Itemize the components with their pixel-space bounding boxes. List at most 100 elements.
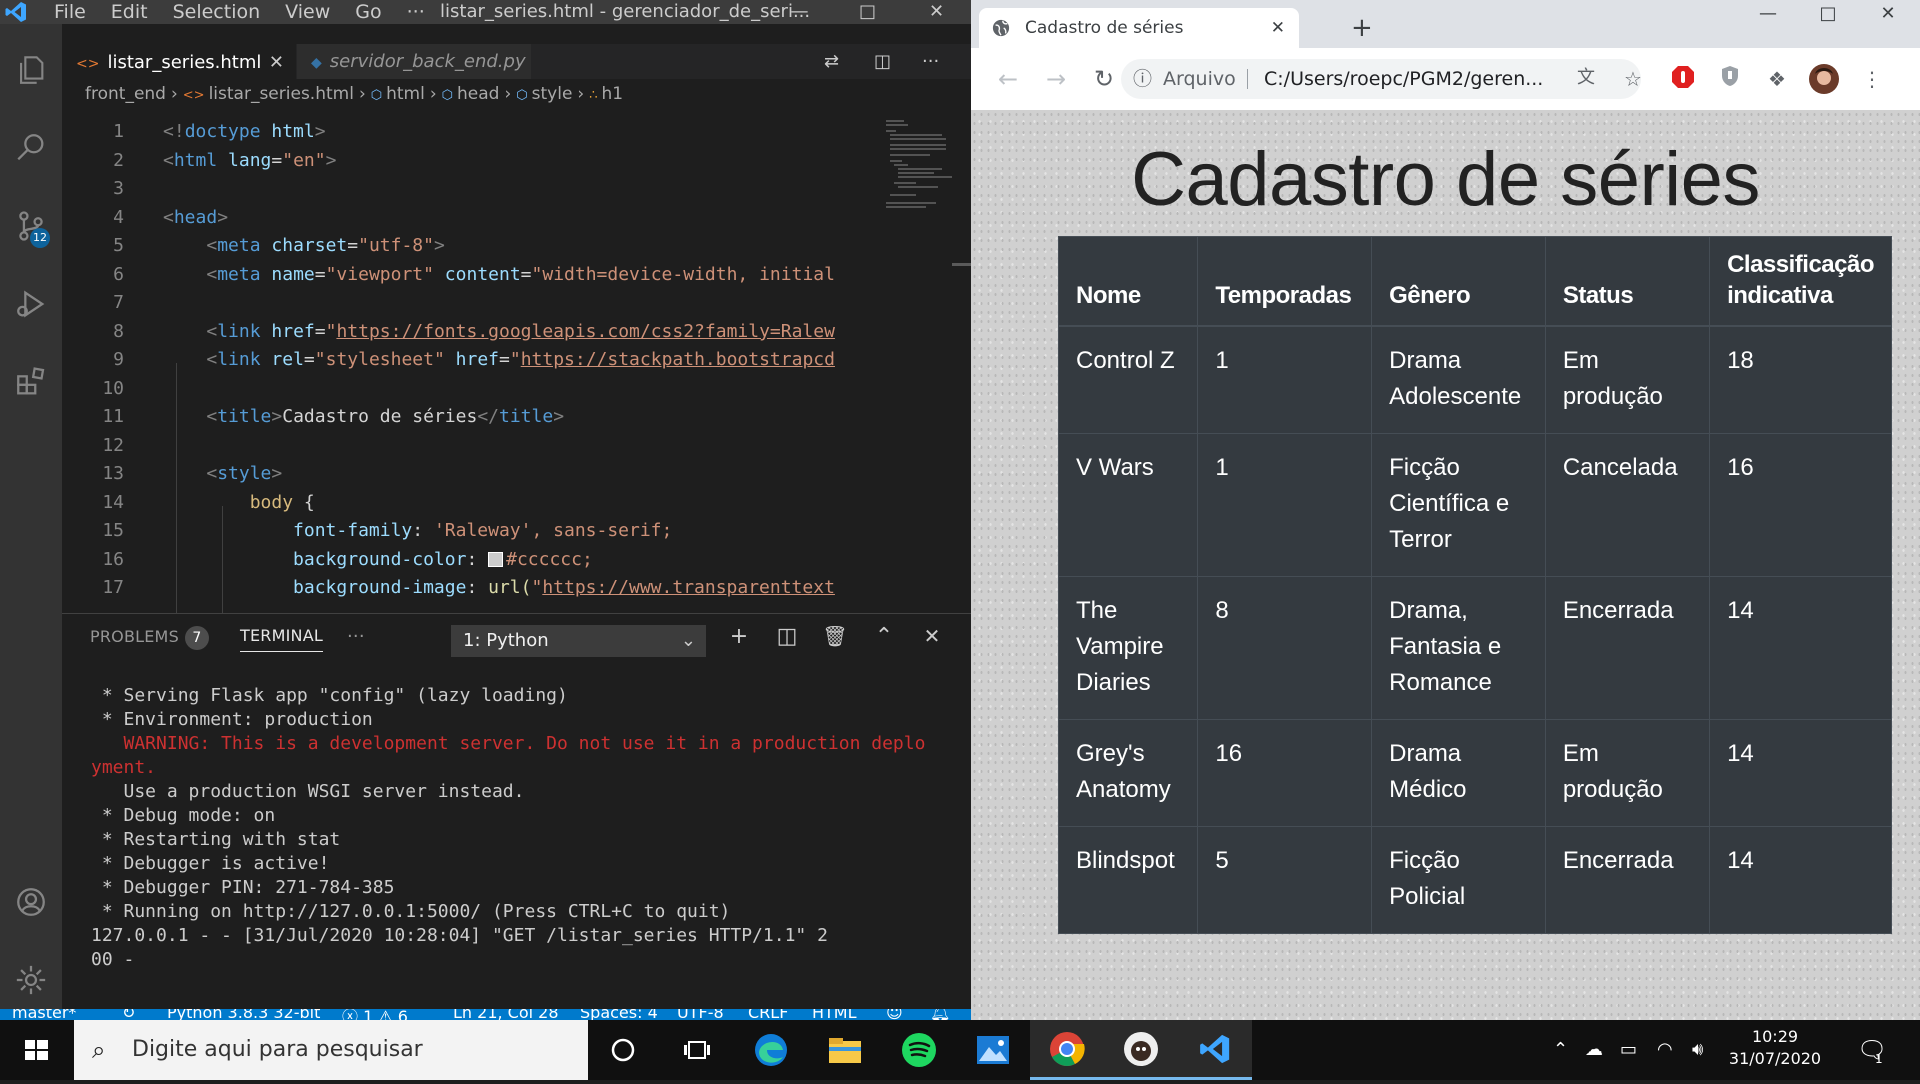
cortana-icon[interactable] [586,1020,660,1080]
file-explorer-icon[interactable] [808,1020,882,1080]
volume-icon[interactable]: 🔊︎ [1692,1020,1703,1080]
vscode-taskbar-icon[interactable] [1178,1020,1252,1080]
eol-status[interactable]: CRLF [748,1009,788,1020]
maximize-icon[interactable]: □ [845,0,890,24]
close-window-icon[interactable]: ✕ [1858,0,1918,28]
menu-more[interactable]: ··· [407,0,438,24]
tab-servidor-back-end[interactable]: ◆ servidor_back_end.py [297,44,531,79]
star-icon[interactable]: ☆ [1618,64,1648,94]
info-icon[interactable]: ⓘ [1133,59,1152,99]
chevron-right-icon: › [170,84,178,104]
close-window-icon[interactable]: ✕ [914,0,959,24]
breadcrumb-h1[interactable]: h1 [602,84,624,104]
tab-problems[interactable]: PROBLEMS 7 [90,626,209,650]
edge-browser-icon[interactable] [734,1020,808,1080]
problems-status[interactable]: ⓧ 1 ⚠ 6 [342,1009,408,1020]
back-arrow-icon[interactable]: ← [991,62,1025,96]
explorer-icon[interactable] [0,42,62,98]
battery-icon[interactable]: ▭ [1620,1020,1637,1080]
more-actions-icon[interactable]: ··· [922,44,939,79]
translate-icon[interactable]: 文 [1571,63,1601,93]
feedback-icon[interactable]: ☺ [886,1009,903,1020]
new-terminal-icon[interactable]: + [724,624,754,649]
breadcrumb-html[interactable]: html [386,84,425,104]
cursor-position-status[interactable]: Ln 21, Col 28 [453,1009,559,1020]
tab-terminal[interactable]: TERMINAL [240,626,323,652]
split-editor-icon[interactable]: ◫ [874,44,891,79]
search-icon[interactable] [0,120,62,176]
close-tab-icon[interactable]: ✕ [1271,8,1285,48]
windows-start-icon[interactable] [0,1020,72,1080]
menu-selection[interactable]: Selection [173,0,274,24]
language-status[interactable]: HTML [812,1009,857,1020]
code-link[interactable]: https://www.transparenttext [542,577,835,598]
profile-avatar[interactable] [1809,64,1839,94]
taskbar-clock[interactable]: 10:29 31/07/2020 [1720,1026,1830,1070]
close-panel-icon[interactable]: ✕ [917,624,947,648]
indentation-status[interactable]: Spaces: 4 [580,1009,658,1020]
editor-scrollbar[interactable] [952,118,971,613]
menu-file[interactable]: File [54,0,99,24]
terminal-output[interactable]: * Serving Flask app "config" (lazy loadi… [91,684,951,972]
tab-listar-series[interactable]: <> listar_series.html ✕ [62,44,296,80]
menu-view[interactable]: View [285,0,343,24]
python-interpreter-status[interactable]: Python 3.8.3 32-bit [167,1009,320,1020]
breadcrumb-head[interactable]: head [457,84,499,104]
app-avatar-icon[interactable] [1104,1020,1178,1080]
extensions-icon[interactable] [0,354,62,410]
git-branch-status[interactable]: master* [12,1009,76,1020]
breadcrumb-file[interactable]: listar_series.html [209,84,354,104]
table-cell: 8 [1197,576,1373,720]
chevron-up-icon[interactable]: ⌃ [1553,1020,1568,1080]
wifi-icon[interactable]: ◠ [1657,1020,1673,1080]
close-tab-icon[interactable]: ✕ [269,45,284,80]
run-debug-icon[interactable] [0,276,62,332]
minimap[interactable] [882,118,952,228]
split-terminal-icon[interactable]: ◫ [772,624,802,649]
sync-icon[interactable]: ↻ [122,1009,135,1020]
photos-icon[interactable] [956,1020,1030,1080]
accounts-icon[interactable] [0,874,62,930]
terminal-select[interactable]: 1: Python ⌄ [451,625,706,657]
adblock-extension-icon[interactable] [1668,64,1698,94]
taskbar-search-input[interactable]: ⌕ Digite aqui para pesquisar [74,1020,588,1080]
breadcrumb-style[interactable]: style [532,84,573,104]
code-token: > [314,121,326,142]
browser-tab[interactable]: Cadastro de séries ✕ [979,8,1299,48]
compare-changes-icon[interactable]: ⇄ [824,44,839,79]
panel-more-icon[interactable]: ··· [347,626,365,647]
settings-gear-icon[interactable] [0,952,62,1008]
bell-icon[interactable]: 🔔︎ [930,1009,950,1020]
terminal-line: * Serving Flask app "config" (lazy loadi… [91,685,568,706]
new-tab-icon[interactable]: + [1351,8,1373,48]
menu-kebab-icon[interactable]: ⋮ [1857,64,1887,94]
onedrive-cloud-icon[interactable]: ☁ [1585,1020,1603,1080]
spotify-icon[interactable] [882,1020,956,1080]
encoding-status[interactable]: UTF-8 [677,1009,724,1020]
line-number: 6 [113,263,124,285]
forward-arrow-icon[interactable]: → [1039,62,1073,96]
code-link[interactable]: https://stackpath.bootstrapcd [521,349,835,370]
menu-edit[interactable]: Edit [111,0,161,24]
code-link[interactable]: https://fonts.googleapis.com/css2?family… [336,321,835,342]
breadcrumb-folder[interactable]: front_end [85,84,166,104]
minimize-icon[interactable]: — [777,0,822,24]
source-control-icon[interactable]: 12 [0,198,62,254]
reload-icon[interactable]: ↻ [1087,62,1121,96]
clock-date: 31/07/2020 [1728,1049,1822,1068]
color-swatch[interactable] [488,552,504,567]
maximize-icon[interactable]: □ [1798,0,1858,28]
address-bar[interactable]: ⓘ Arquivo C:/Users/roepc/PGM2/geren... [1121,59,1641,99]
line-number: 10 [102,377,124,399]
scroll-thumb[interactable] [952,263,971,266]
menu-go[interactable]: Go [355,0,394,24]
minimize-icon[interactable]: — [1738,0,1798,28]
shield-extension-icon[interactable] [1715,64,1745,94]
extensions-puzzle-icon[interactable]: ❖ [1762,64,1792,94]
trash-icon[interactable]: 🗑︎ [820,624,850,648]
notification-center-icon[interactable]: 🗨︎ [1857,1020,1887,1080]
chrome-taskbar-icon[interactable] [1030,1020,1104,1080]
code-editor[interactable]: 1 <!doctype html> 2 <html lang="en"> 3 4 <h… [62,118,882,613]
chevron-up-icon[interactable]: ⌃ [869,624,899,649]
task-view-icon[interactable] [660,1020,734,1080]
